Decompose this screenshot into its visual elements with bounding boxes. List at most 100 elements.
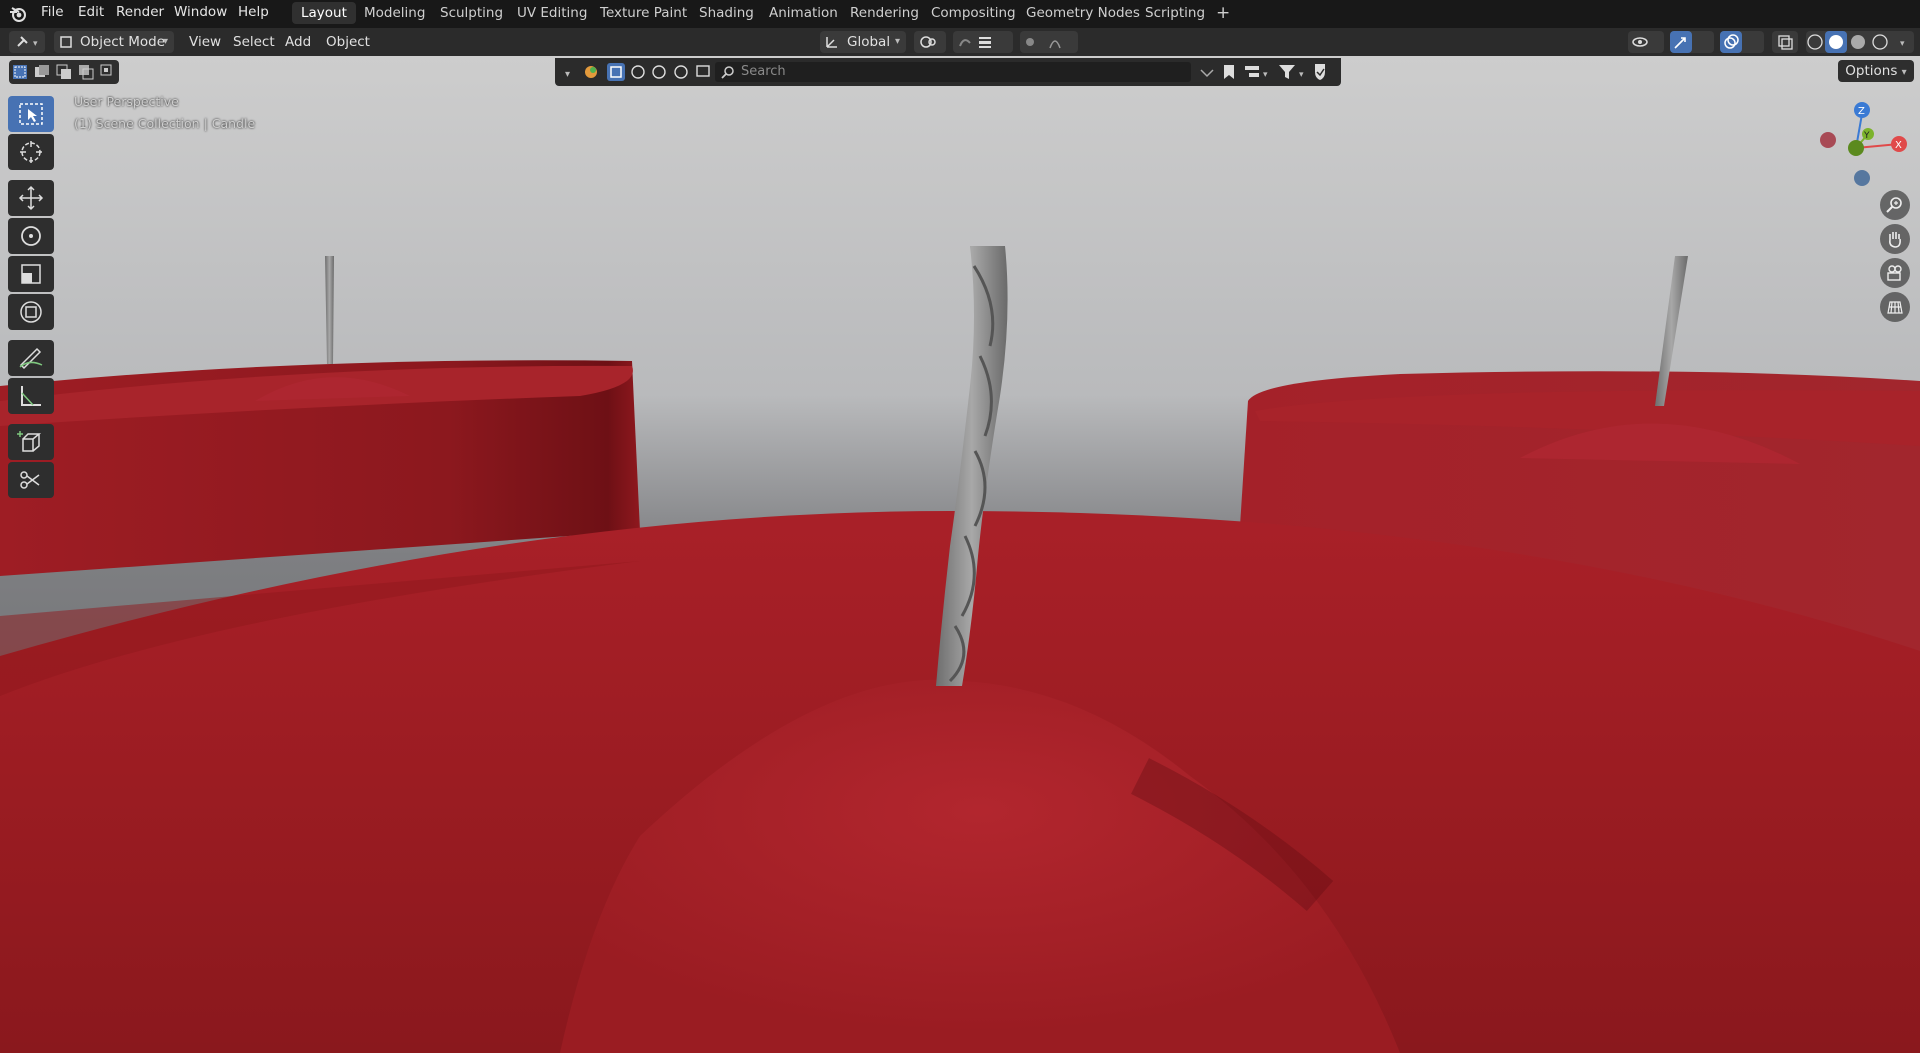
menu-object[interactable]: Object xyxy=(326,31,370,53)
svg-text:▾: ▾ xyxy=(33,39,38,49)
select-box-icon xyxy=(19,103,43,125)
gizmo-neg-y[interactable] xyxy=(1848,140,1864,156)
add-cube-tool[interactable] xyxy=(8,424,54,460)
tab-animation[interactable]: Animation xyxy=(760,2,847,24)
gizmo-icon xyxy=(1674,37,1686,49)
overlays-icon xyxy=(1724,34,1739,49)
tab-sculpting[interactable]: Sculpting xyxy=(431,2,512,24)
proportional-editing-icon xyxy=(1026,38,1061,49)
rotate-icon xyxy=(21,226,41,246)
grid-icon xyxy=(1887,301,1903,314)
tab-geometry-nodes[interactable]: Geometry Nodes xyxy=(1017,2,1149,24)
add-workspace-button[interactable]: + xyxy=(1207,2,1239,24)
tab-scripting[interactable]: Scripting xyxy=(1136,2,1214,24)
tab-uv-editing[interactable]: UV Editing xyxy=(508,2,596,24)
menu-help[interactable]: Help xyxy=(238,0,269,28)
menu-edit[interactable]: Edit xyxy=(78,0,104,28)
3d-viewport[interactable]: User Perspective (1) Scene Collection | … xyxy=(0,56,1920,1053)
tab-modeling[interactable]: Modeling xyxy=(355,2,434,24)
options-dropdown[interactable]: Options ▾ xyxy=(1838,60,1914,82)
snapping-button[interactable] xyxy=(953,31,1013,53)
select-box-tool[interactable] xyxy=(8,96,54,132)
scissors-icon xyxy=(20,471,40,489)
scale-tool[interactable] xyxy=(8,256,54,292)
outliner-filter-bar: ▾ Search ▾ ▾ xyxy=(555,58,1341,86)
gizmo-z-label: Z xyxy=(1858,106,1865,117)
menu-file[interactable]: File xyxy=(41,0,64,28)
selection-mode-icons xyxy=(13,64,112,80)
snap-icon xyxy=(959,37,991,48)
selection-mode-group[interactable] xyxy=(9,60,119,84)
pencil-icon xyxy=(19,347,43,370)
perspective-label: User Perspective xyxy=(74,94,179,109)
editor-type-button[interactable]: ▾ xyxy=(9,31,45,53)
object-mode-icon xyxy=(60,36,72,48)
orientation-dropdown[interactable]: Global ▾ xyxy=(820,31,906,53)
tab-texture-paint[interactable]: Texture Paint xyxy=(591,2,696,24)
menu-add[interactable]: Add xyxy=(285,31,311,53)
ortho-toggle-button[interactable] xyxy=(1880,292,1910,322)
chevron-down-icon: ▾ xyxy=(894,36,900,47)
gizmo-y-label: Y xyxy=(1863,131,1870,141)
cursor-tool[interactable] xyxy=(8,134,54,170)
cut-tool[interactable] xyxy=(8,462,54,498)
add-cube-icon xyxy=(17,431,42,452)
tab-compositing[interactable]: Compositing xyxy=(922,2,1025,24)
pivot-icon xyxy=(920,36,936,48)
rotate-tool[interactable] xyxy=(8,218,54,254)
collection-label: (1) Scene Collection | Candle xyxy=(74,116,256,131)
svg-text:▾: ▾ xyxy=(1900,39,1905,49)
chevron-down-icon: ▾ xyxy=(162,36,168,47)
tab-layout[interactable]: Layout xyxy=(292,2,356,24)
navigation-gizmo[interactable]: Z X Y xyxy=(1810,96,1920,206)
filter-type-icons[interactable]: ▾ xyxy=(555,58,715,86)
blender-logo-icon[interactable] xyxy=(8,4,28,24)
pan-button[interactable] xyxy=(1880,224,1910,254)
viewport-header: ▾ Object Mode ▾ View Select Add Object G… xyxy=(0,28,1920,56)
cursor-icon xyxy=(20,141,42,163)
eye-icon xyxy=(1632,37,1648,47)
gizmo-neg-z[interactable] xyxy=(1854,170,1870,186)
gizmo-toggle-button[interactable] xyxy=(1670,31,1714,53)
menu-window[interactable]: Window xyxy=(174,0,227,28)
tab-rendering[interactable]: Rendering xyxy=(841,2,928,24)
shading-icons: ▾ xyxy=(1807,31,1905,53)
ruler-icon xyxy=(21,386,41,406)
proportional-editing-button[interactable] xyxy=(1020,31,1078,53)
svg-text:▾: ▾ xyxy=(1299,70,1304,80)
pivot-point-button[interactable] xyxy=(914,31,946,53)
search-field[interactable]: Search xyxy=(715,62,1191,82)
xray-button[interactable] xyxy=(1772,31,1798,53)
menu-render[interactable]: Render xyxy=(116,0,164,28)
shading-mode-group: ▾ xyxy=(1806,31,1914,53)
mode-label: Object Mode xyxy=(80,34,166,50)
zoom-button[interactable] xyxy=(1880,190,1910,220)
search-icon xyxy=(721,66,734,79)
transform-tool[interactable] xyxy=(8,294,54,330)
editor-type-icon: ▾ xyxy=(17,36,38,49)
mode-dropdown[interactable]: Object Mode ▾ xyxy=(54,31,174,53)
tab-shading[interactable]: Shading xyxy=(690,2,763,24)
menu-select[interactable]: Select xyxy=(233,31,275,53)
gizmo-neg-x[interactable] xyxy=(1820,132,1836,148)
menu-view[interactable]: View xyxy=(189,31,221,53)
camera-view-button[interactable] xyxy=(1880,258,1910,288)
options-label: Options xyxy=(1845,63,1898,79)
orientation-label: Global xyxy=(847,34,891,50)
measure-tool[interactable] xyxy=(8,378,54,414)
transform-orientation-icon xyxy=(826,37,837,48)
search-input[interactable]: Search xyxy=(741,64,786,79)
svg-text:▾: ▾ xyxy=(565,69,570,80)
annotate-tool[interactable] xyxy=(8,340,54,376)
xray-icon xyxy=(1778,35,1793,50)
svg-text:▾: ▾ xyxy=(1263,70,1268,80)
move-tool[interactable] xyxy=(8,180,54,216)
visibility-button[interactable] xyxy=(1628,31,1664,53)
transform-icon xyxy=(20,301,42,323)
filter-options-icons[interactable]: ▾ ▾ xyxy=(1195,58,1341,86)
zoom-icon xyxy=(1886,197,1902,213)
overlays-toggle-button[interactable] xyxy=(1720,31,1764,53)
chevron-down-icon: ▾ xyxy=(1901,67,1907,78)
hand-icon xyxy=(1889,232,1901,248)
top-bar: File Edit Render Window Help Layout Mode… xyxy=(0,0,1920,28)
